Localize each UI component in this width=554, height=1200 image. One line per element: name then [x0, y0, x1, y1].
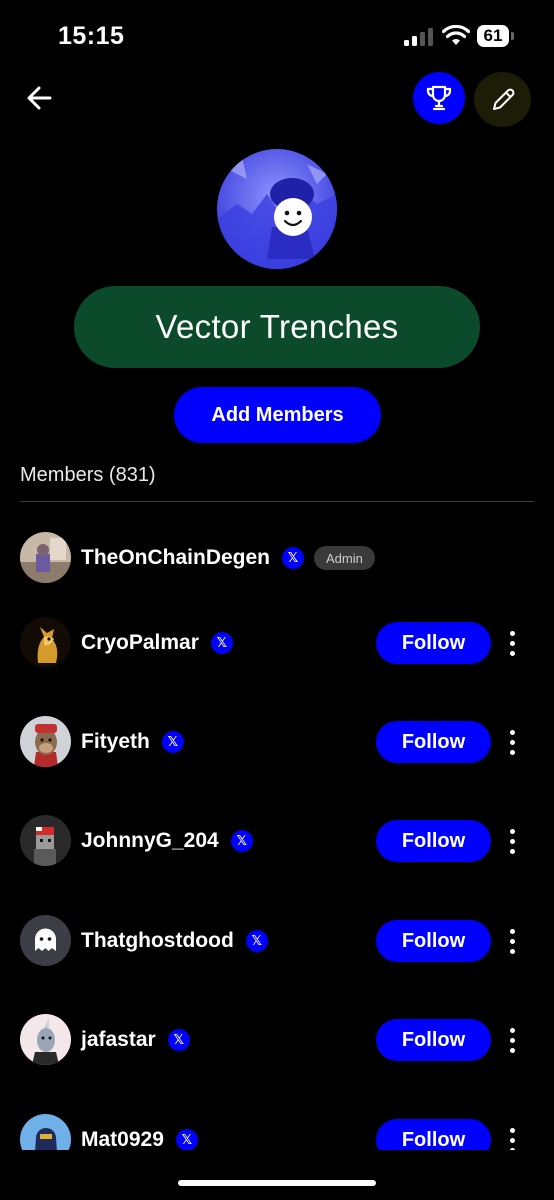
trophy-icon — [426, 85, 452, 111]
member-name[interactable]: jafastar — [81, 1028, 156, 1052]
member-name[interactable]: TheOnChainDegen — [81, 546, 270, 570]
x-verified-icon: 𝕏 — [282, 547, 305, 569]
member-row[interactable]: Thatghostdood 𝕏 Follow — [0, 913, 554, 969]
more-options-icon[interactable] — [500, 621, 524, 665]
member-name[interactable]: Thatghostdood — [81, 929, 234, 953]
x-verified-icon: 𝕏 — [210, 632, 233, 654]
pencil-icon — [492, 88, 514, 110]
add-members-button[interactable]: Add Members — [174, 387, 381, 443]
member-row[interactable]: TheOnChainDegen 𝕏 Admin — [0, 530, 554, 586]
member-row[interactable]: Fityeth 𝕏 Follow — [0, 714, 554, 770]
status-time: 15:15 — [58, 22, 125, 50]
more-options-icon[interactable] — [500, 1018, 524, 1062]
x-verified-icon: 𝕏 — [230, 830, 253, 852]
leaderboard-button[interactable] — [413, 72, 465, 124]
member-row[interactable]: CryoPalmar 𝕏 Follow — [0, 615, 554, 671]
cellular-signal-icon — [404, 28, 434, 46]
scroll-clip — [0, 1150, 554, 1180]
member-name[interactable]: Mat0929 — [81, 1128, 164, 1152]
member-name[interactable]: CryoPalmar — [81, 631, 199, 655]
more-options-icon[interactable] — [500, 819, 524, 863]
member-row[interactable]: jafastar 𝕏 Follow — [0, 1012, 554, 1068]
home-indicator[interactable] — [178, 1180, 376, 1186]
member-name[interactable]: JohnnyG_204 — [81, 829, 219, 853]
avatar — [20, 1014, 71, 1065]
x-verified-icon: 𝕏 — [167, 1029, 190, 1051]
group-name-pill: Vector Trenches — [74, 286, 480, 368]
avatar — [20, 532, 71, 583]
members-count-heading: Members (831) — [20, 464, 156, 486]
avatar — [20, 716, 71, 767]
back-button[interactable] — [22, 80, 58, 116]
status-bar: 15:15 61 — [0, 0, 554, 70]
group-avatar — [217, 149, 337, 269]
arrow-left-icon — [27, 86, 52, 110]
avatar — [20, 617, 71, 668]
wifi-icon — [442, 25, 470, 45]
follow-button[interactable]: Follow — [376, 820, 491, 862]
member-name[interactable]: Fityeth — [81, 730, 150, 754]
more-options-icon[interactable] — [500, 919, 524, 963]
avatar — [20, 815, 71, 866]
follow-button[interactable]: Follow — [376, 622, 491, 664]
follow-button[interactable]: Follow — [376, 1019, 491, 1061]
avatar — [20, 915, 71, 966]
divider — [20, 501, 534, 502]
follow-button[interactable]: Follow — [376, 920, 491, 962]
x-verified-icon: 𝕏 — [245, 930, 268, 952]
x-verified-icon: 𝕏 — [161, 731, 184, 753]
admin-badge: Admin — [314, 546, 375, 570]
battery-cap — [511, 32, 514, 40]
more-options-icon[interactable] — [500, 720, 524, 764]
follow-button[interactable]: Follow — [376, 721, 491, 763]
member-row[interactable]: JohnnyG_204 𝕏 Follow — [0, 813, 554, 869]
battery-icon: 61 — [477, 25, 509, 47]
x-verified-icon: 𝕏 — [175, 1129, 198, 1151]
edit-group-button[interactable] — [474, 72, 531, 127]
